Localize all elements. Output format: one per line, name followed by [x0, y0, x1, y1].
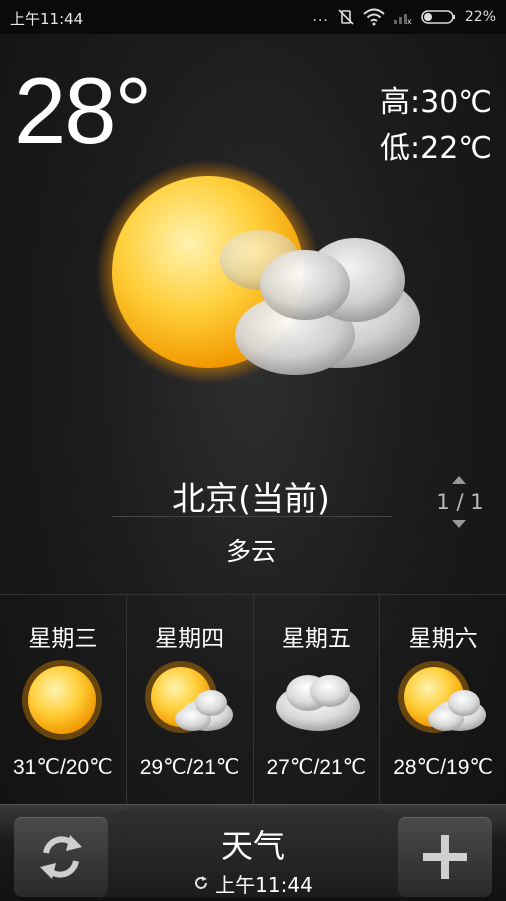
day-name: 星期四	[155, 626, 225, 652]
updated-time: 上午11:44	[215, 873, 313, 897]
forecast-day: 星期五 27℃/21℃	[254, 595, 381, 805]
signal-off-icon: x	[393, 9, 413, 25]
title-panel: 天气 上午11:44	[94, 809, 412, 897]
arrow-up-icon[interactable]	[452, 476, 466, 484]
status-time: 上午11:44	[10, 10, 84, 28]
wifi-icon	[363, 8, 385, 26]
forecast-day: 星期六 28℃/19℃	[380, 595, 506, 805]
sunny-icon	[14, 657, 110, 743]
forecast-day: 星期四 29℃/21℃	[127, 595, 254, 805]
refresh-small-icon	[193, 872, 209, 896]
partly-cloudy-icon	[394, 657, 490, 743]
vibrate-off-icon	[337, 8, 355, 26]
day-temperature: 31℃/20℃	[13, 756, 113, 779]
city-name[interactable]: 北京(当前)	[110, 472, 392, 520]
refresh-button[interactable]	[14, 817, 108, 897]
page-indicator: 1 / 1	[436, 490, 484, 514]
svg-text:x: x	[407, 17, 412, 25]
day-temperature: 28℃/19℃	[393, 756, 493, 779]
city-divider	[112, 516, 392, 517]
day-name: 星期三	[28, 626, 98, 652]
city-pager[interactable]: 1 / 1	[430, 472, 490, 532]
status-bar: 上午11:44 ... x 22%	[0, 0, 506, 34]
weather-condition: 多云	[225, 537, 276, 566]
day-name: 星期五	[281, 626, 351, 652]
add-city-button[interactable]	[398, 817, 492, 897]
partly-cloudy-icon	[141, 657, 237, 743]
weather-screen: 上午11:44 ... x 22% 28° 高:30℃ 低:22℃ 北京(当前)…	[0, 0, 506, 901]
more-dots-icon: ...	[312, 9, 329, 25]
battery-icon	[421, 9, 457, 25]
arrow-down-icon[interactable]	[452, 520, 466, 528]
forecast-row: 星期三 31℃/20℃ 星期四 29℃/21℃ 星期五 27℃/21℃ 星期六 …	[0, 594, 506, 805]
day-temperature: 29℃/21℃	[139, 756, 240, 779]
current-temperature: 28°	[14, 58, 152, 163]
partly-cloudy-icon	[90, 150, 430, 410]
battery-percent: 22%	[464, 9, 496, 25]
refresh-icon	[40, 835, 82, 879]
high-temperature: 高:30℃	[380, 85, 492, 120]
status-icons: ... x 22%	[313, 6, 496, 28]
last-updated: 上午11:44	[94, 869, 412, 898]
forecast-day: 星期三 31℃/20℃	[0, 595, 127, 805]
app-title: 天气	[220, 827, 285, 865]
day-temperature: 27℃/21℃	[266, 756, 367, 779]
bottom-bar: 天气 上午11:44	[0, 804, 506, 901]
plus-icon	[423, 835, 467, 879]
day-name: 星期六	[408, 626, 478, 652]
cloudy-icon	[268, 657, 364, 743]
